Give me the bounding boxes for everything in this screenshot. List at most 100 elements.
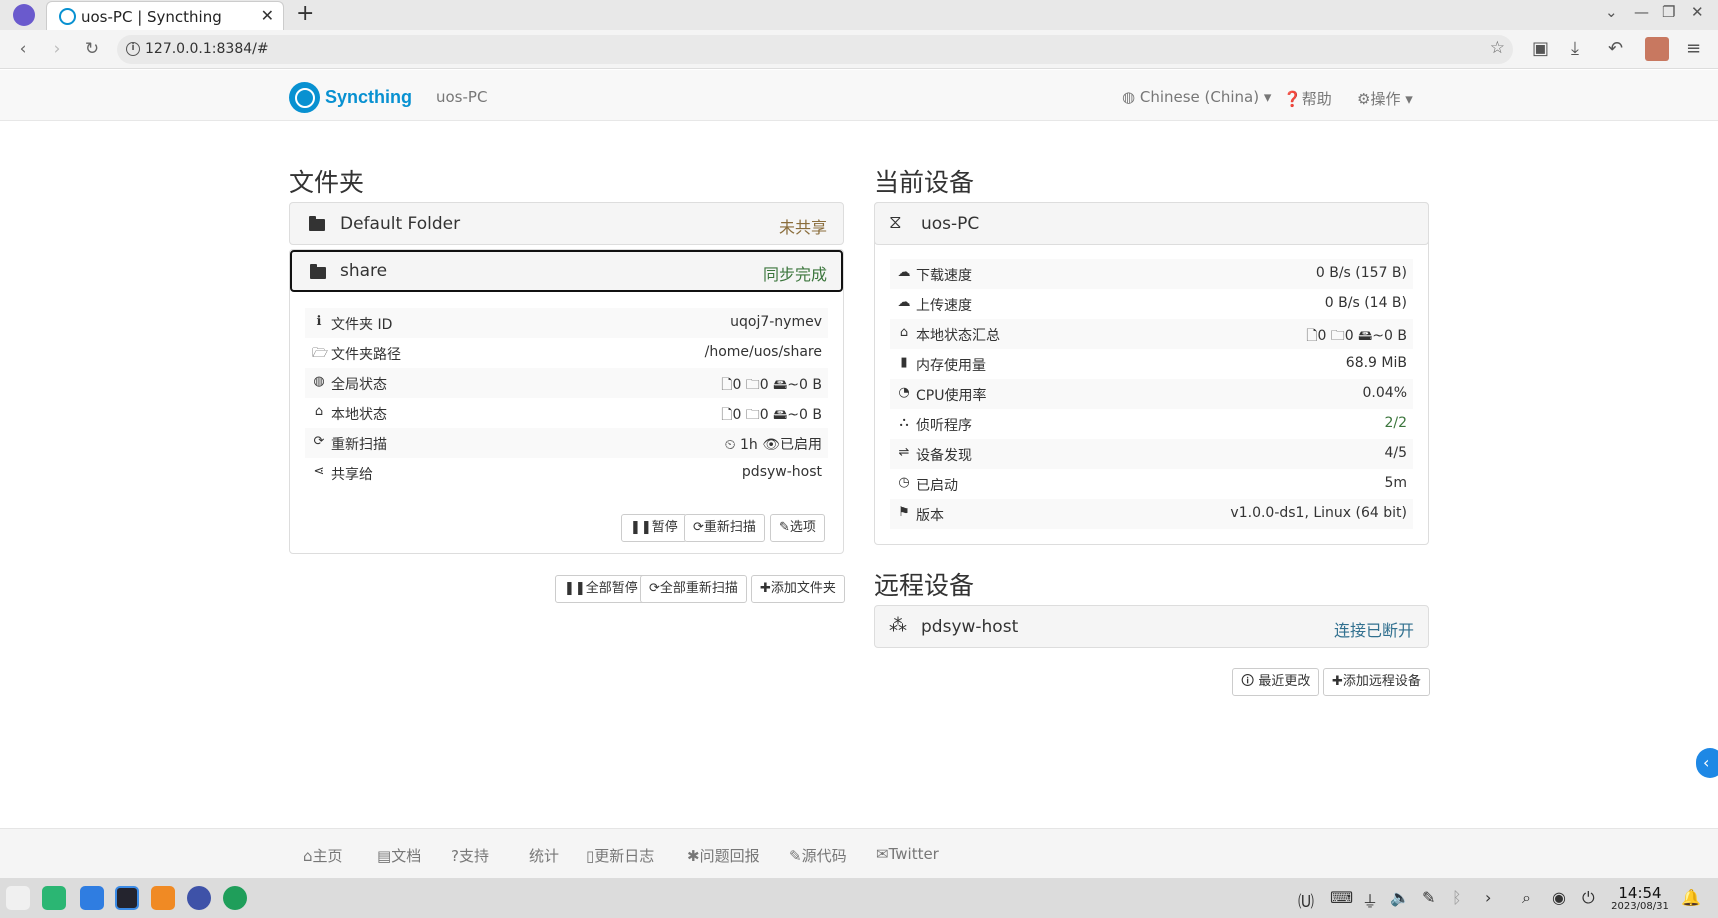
tab-list-icon[interactable]: ⌄ <box>1605 3 1618 21</box>
default-folder-header[interactable]: Default Folder 未共享 <box>289 202 844 245</box>
folder-name: Default Folder <box>340 214 461 234</box>
footer-issues-link[interactable]: ✱问题回报 <box>687 845 760 866</box>
browser-logo-icon[interactable] <box>13 4 35 26</box>
detail-label: 已启动 <box>916 478 958 494</box>
actions-label: 操作 <box>1370 90 1401 108</box>
bookmark-star-icon[interactable]: ☆ <box>1490 38 1505 58</box>
detail-label: 文件夹 ID <box>331 317 393 333</box>
share-folder-header[interactable]: share 同步完成 <box>290 250 843 292</box>
rescan-all-button[interactable]: ⟳全部重新扫描 <box>640 575 747 603</box>
footer-twitter-link[interactable]: ✉Twitter <box>876 845 939 863</box>
download-icon[interactable]: ⤓ <box>1571 38 1579 59</box>
taskbar-clock[interactable]: 14:54 <box>1610 884 1670 902</box>
remote-device-header[interactable]: ⁂ pdsyw-host 连接已断开 <box>874 605 1429 648</box>
app-navbar <box>0 70 1718 121</box>
usb-icon[interactable]: ⏚ <box>1362 888 1378 912</box>
file-manager-icon[interactable] <box>42 886 66 910</box>
device-network-icon: ⧖ <box>889 212 902 233</box>
help-link[interactable]: ❓帮助 <box>1283 88 1332 109</box>
settings-app-icon[interactable] <box>187 886 211 910</box>
this-device-header[interactable]: ⧖ uos-PC <box>874 202 1429 245</box>
detail-value: 2/2 <box>1384 415 1407 431</box>
refresh-icon: ⟳ <box>313 434 325 449</box>
launcher-icon[interactable] <box>6 886 30 910</box>
extension-icon[interactable]: ▣ <box>1532 38 1549 59</box>
detail-value: 0 B/s (14 B) <box>1324 295 1407 311</box>
maximize-icon[interactable]: ❐ <box>1662 3 1675 21</box>
syncthing-favicon-icon <box>59 8 76 25</box>
profile-avatar[interactable] <box>1645 37 1669 61</box>
home-icon: ⌂ <box>314 404 324 419</box>
input-method-icon[interactable]: 🄤 <box>1298 888 1314 912</box>
folder-icon <box>310 264 326 279</box>
folder-options-button[interactable]: ✎选项 <box>770 514 825 542</box>
folder-open-icon: 🗁 <box>312 346 329 361</box>
folder-status: 未共享 <box>778 218 827 237</box>
actions-dropdown[interactable]: ⚙操作 ▾ <box>1357 88 1413 109</box>
detail-row: ⌂ 本地状态 🗋0 🗀0 🖴~0 B <box>305 398 828 428</box>
detail-row: ◷ 已启动 5m <box>890 469 1413 499</box>
detail-value: 🗋0 🗀0 🖴~0 B <box>1306 328 1407 344</box>
this-device-heading: 当前设备 <box>874 168 975 197</box>
search-icon[interactable]: ⌕ <box>1522 888 1531 908</box>
bluetooth-icon[interactable]: ᛒ <box>1452 888 1462 907</box>
footer-docs-link[interactable]: ▤文档 <box>377 845 421 866</box>
detail-label: 全局状态 <box>331 377 387 393</box>
browser-taskbar-icon[interactable] <box>115 886 139 910</box>
url-bar[interactable]: i 127.0.0.1:8384/# ☆ <box>117 35 1513 64</box>
footer <box>0 828 1718 878</box>
forward-button[interactable]: › <box>42 34 72 64</box>
add-remote-device-button[interactable]: ✚添加远程设备 <box>1323 668 1430 696</box>
app-store-icon[interactable] <box>80 886 104 910</box>
reload-button[interactable]: ↻ <box>77 34 107 64</box>
footer-support-link[interactable]: ?支持 <box>451 845 489 866</box>
brand-name: Syncthing <box>325 86 413 107</box>
footer-source-link[interactable]: ✎源代码 <box>789 845 847 866</box>
new-tab-icon[interactable]: + <box>296 1 314 26</box>
rescan-folder-button[interactable]: ⟳重新扫描 <box>684 514 765 542</box>
taskbar-date[interactable]: 2023/08/31 <box>1606 901 1674 912</box>
home-icon: ⌂ <box>899 325 909 340</box>
footer-stats-link[interactable]: 统计 <box>529 845 559 866</box>
remote-device-status: 连接已断开 <box>1333 621 1414 640</box>
power-icon[interactable]: ⏻ <box>1582 888 1595 908</box>
browser-tab[interactable]: uos-PC | Syncthing ✕ <box>46 1 284 30</box>
tab-bar: uos-PC | Syncthing ✕ + ⌄ — ❐ ✕ <box>0 0 1718 30</box>
close-window-icon[interactable]: ✕ <box>1691 3 1704 21</box>
pen-icon[interactable]: ✎ <box>1422 888 1435 907</box>
volume-icon[interactable]: 🔈 <box>1390 888 1410 907</box>
detail-value: 🗋0 🗀0 🖴~0 B <box>721 407 822 423</box>
menu-icon[interactable]: ≡ <box>1686 38 1701 59</box>
archive-icon[interactable] <box>151 886 175 910</box>
footer-changelog-link[interactable]: ▯更新日志 <box>586 845 654 866</box>
recent-changes-button[interactable]: 🛈 最近更改 <box>1232 668 1320 696</box>
detail-label: 本地状态 <box>331 407 387 423</box>
tab-close-icon[interactable]: ✕ <box>261 6 274 25</box>
network-icon[interactable]: ◉ <box>1552 888 1566 907</box>
detail-row: ⇌ 设备发现 4/5 <box>890 439 1413 469</box>
url-text[interactable]: 127.0.0.1:8384/# <box>145 41 269 57</box>
side-panel-toggle[interactable]: ‹ <box>1696 748 1718 778</box>
detail-row: ⚑ 版本 v1.0.0-ds1, Linux (64 bit) <box>890 499 1413 529</box>
site-info-icon[interactable]: i <box>126 42 140 56</box>
brand-logo[interactable]: Syncthing <box>289 81 412 113</box>
minimize-icon[interactable]: — <box>1634 3 1649 21</box>
pause-all-button[interactable]: ❚❚全部暂停 <box>555 575 647 603</box>
pause-folder-button[interactable]: ❚❚暂停 <box>621 514 687 542</box>
remote-device-name: pdsyw-host <box>921 617 1019 637</box>
add-folder-button[interactable]: ✚添加文件夹 <box>751 575 845 603</box>
footer-home-link[interactable]: ⌂主页 <box>303 845 343 866</box>
undo-icon[interactable]: ↶ <box>1608 38 1623 59</box>
keyboard-icon[interactable]: ⌨ <box>1330 888 1353 907</box>
tray-expand-icon[interactable]: › <box>1485 888 1491 907</box>
syncthing-taskbar-icon[interactable] <box>223 886 247 910</box>
language-dropdown[interactable]: ◍ Chinese (China) ▾ <box>1122 88 1271 106</box>
detail-value: ⏲ 1h 👁已启用 <box>724 437 822 453</box>
share-icon: ⋖ <box>313 464 325 479</box>
clock-icon: ◷ <box>898 475 910 490</box>
navbar-device-name: uos-PC <box>436 88 488 106</box>
back-button[interactable]: ‹ <box>8 34 38 64</box>
dashboard-icon: ◔ <box>898 385 910 400</box>
notification-bell-icon[interactable]: 🔔 <box>1681 888 1701 907</box>
detail-row: ⋖ 共享给 pdsyw-host <box>305 458 828 488</box>
